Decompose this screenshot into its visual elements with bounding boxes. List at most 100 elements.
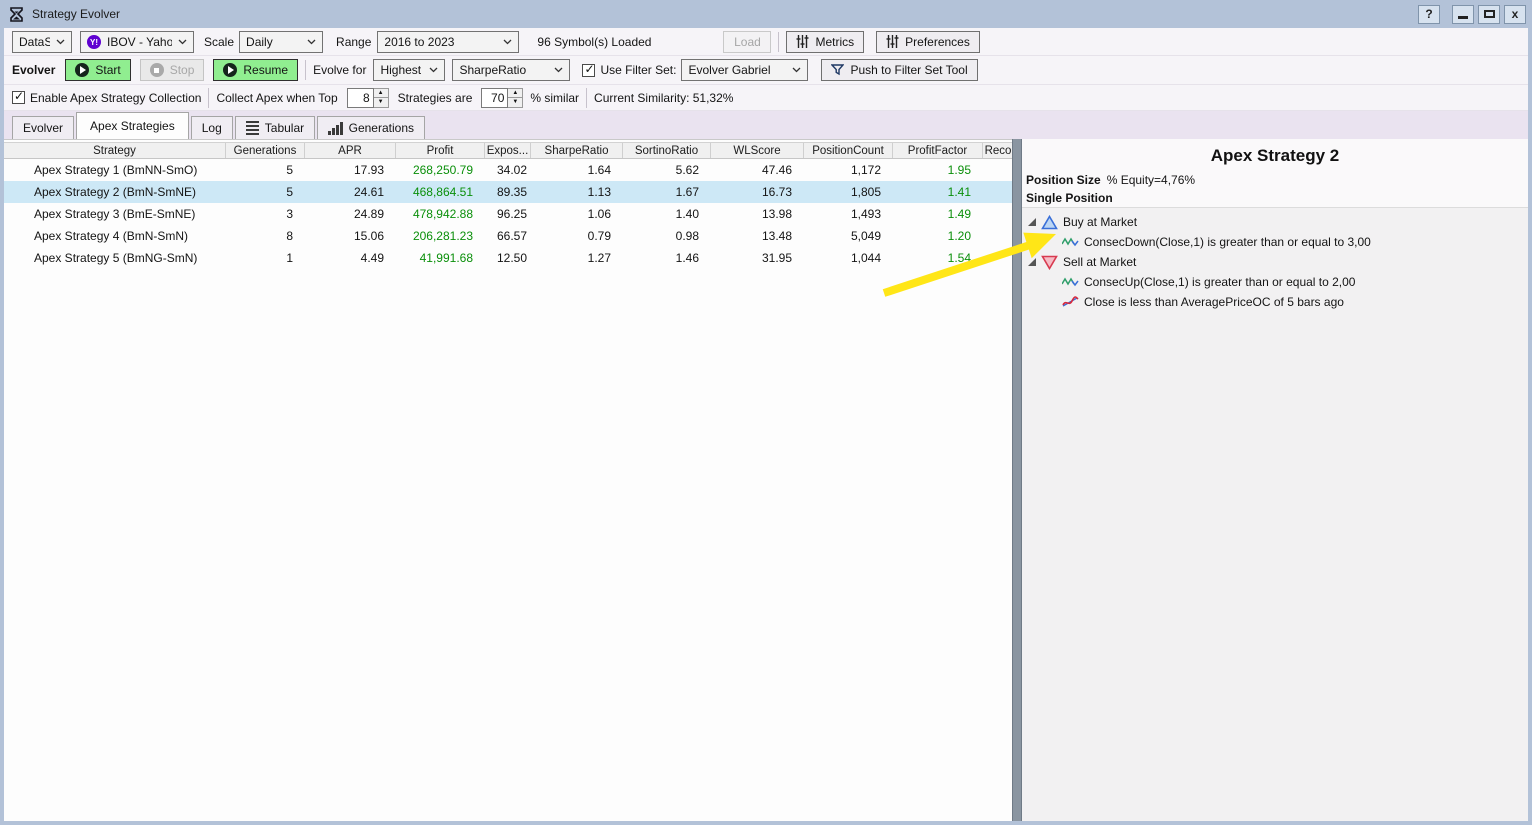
enable-apex-checkbox[interactable]: ✓: [12, 91, 25, 104]
funnel-icon: [831, 64, 844, 76]
col-strategy[interactable]: Strategy: [4, 143, 226, 158]
scale-dropdown[interactable]: Daily: [239, 31, 323, 53]
col-sharperatio[interactable]: SharpeRatio: [531, 143, 623, 158]
titlebar: Strategy Evolver ? x: [0, 0, 1532, 28]
rule-condition[interactable]: ConsecDown(Close,1) is greater than or e…: [1022, 232, 1528, 252]
price-compare-icon: [1062, 296, 1079, 308]
top-count-spinner[interactable]: 8 ▲ ▼: [347, 88, 389, 108]
current-similarity-status: Current Similarity: 51,32%: [594, 91, 733, 105]
symbols-loaded-status: 96 Symbol(s) Loaded: [537, 35, 651, 49]
toolbar-separator: [305, 60, 306, 80]
col-positioncount[interactable]: PositionCount: [804, 143, 893, 158]
spinner-down-icon[interactable]: ▼: [374, 98, 389, 108]
bar-chart-icon: [328, 122, 343, 135]
rule-condition[interactable]: Close is less than AveragePriceOC of 5 b…: [1022, 292, 1528, 312]
sliders-icon: [796, 35, 809, 48]
table-row[interactable]: Apex Strategy 4 (BmN-SmN) 8 15.06 206,28…: [4, 225, 1012, 247]
col-recovery[interactable]: Reco: [983, 143, 1012, 158]
table-row[interactable]: Apex Strategy 1 (BmNN-SmO) 5 17.93 268,2…: [4, 159, 1012, 181]
table-header-row: Strategy Generations APR Profit Expos...…: [4, 142, 1012, 159]
single-position-label: Single Position: [1022, 191, 1528, 205]
rule-sell-at-market[interactable]: Sell at Market: [1022, 252, 1528, 272]
start-button[interactable]: Start: [65, 59, 130, 81]
tab-apex-strategies[interactable]: Apex Strategies: [76, 112, 189, 139]
play-circle-icon: [223, 63, 237, 77]
toolbar-separator: [586, 88, 587, 108]
table-row[interactable]: Apex Strategy 3 (BmE-SmNE) 3 24.89 478,9…: [4, 203, 1012, 225]
chevron-down-icon: [503, 39, 512, 45]
indicator-wave-icon: [1062, 236, 1079, 248]
tab-log[interactable]: Log: [191, 116, 233, 139]
spinner-down-icon[interactable]: ▼: [508, 98, 523, 108]
panel-splitter[interactable]: [1012, 139, 1022, 821]
col-profitfactor[interactable]: ProfitFactor: [893, 143, 983, 158]
filter-set-dropdown[interactable]: Evolver Gabriel: [681, 59, 808, 81]
enable-apex-label: Enable Apex Strategy Collection: [30, 91, 201, 105]
tab-evolver[interactable]: Evolver: [12, 116, 74, 139]
position-size-label: Position Size: [1026, 173, 1101, 187]
sell-triangle-icon: [1041, 255, 1058, 270]
symbol-dropdown[interactable]: Y! IBOV - Yahoo: [80, 31, 194, 53]
col-apr[interactable]: APR: [305, 143, 396, 158]
metric-dropdown[interactable]: SharpeRatio: [452, 59, 570, 81]
col-profit[interactable]: Profit: [396, 143, 485, 158]
objective-dropdown[interactable]: Highest: [373, 59, 445, 81]
position-size-value: % Equity=4,76%: [1107, 173, 1195, 187]
toolbar-separator: [778, 32, 779, 52]
minimize-button[interactable]: [1452, 5, 1474, 24]
col-sortinoratio[interactable]: SortinoRatio: [623, 143, 711, 158]
maximize-button[interactable]: [1478, 5, 1500, 24]
tab-generations[interactable]: Generations: [317, 116, 425, 139]
strategy-evolver-window: Strategy Evolver ? x DataSet Y! IBOV - Y…: [0, 0, 1532, 825]
chevron-down-icon: [429, 67, 438, 73]
expander-triangle-icon[interactable]: [1028, 258, 1036, 266]
table-row-selected[interactable]: Apex Strategy 2 (BmN-SmNE) 5 24.61 468,8…: [4, 181, 1012, 203]
toolbar-separator: [208, 88, 209, 108]
spinner-up-icon[interactable]: ▲: [508, 88, 523, 99]
data-toolbar: DataSet Y! IBOV - Yahoo Scale Daily Rang…: [4, 28, 1528, 56]
load-button[interactable]: Load: [723, 31, 771, 53]
similar-pct-value[interactable]: 70: [481, 88, 508, 108]
rule-buy-at-market[interactable]: Buy at Market: [1022, 212, 1528, 232]
detail-title: Apex Strategy 2: [1022, 146, 1528, 166]
apex-strategies-table: Strategy Generations APR Profit Expos...…: [4, 139, 1012, 821]
push-to-filter-set-button[interactable]: Push to Filter Set Tool: [821, 59, 977, 81]
scale-label: Scale: [204, 35, 234, 49]
resume-button[interactable]: Resume: [213, 59, 298, 81]
chevron-down-icon: [792, 67, 801, 73]
col-wlscore[interactable]: WLScore: [711, 143, 804, 158]
col-exposure[interactable]: Expos...: [485, 143, 531, 158]
apex-collection-toolbar: ✓ Enable Apex Strategy Collection Collec…: [4, 85, 1528, 111]
expander-triangle-icon[interactable]: [1028, 218, 1036, 226]
similar-pct-spinner[interactable]: 70 ▲ ▼: [481, 88, 523, 108]
chevron-down-icon: [307, 39, 316, 45]
range-dropdown[interactable]: 2016 to 2023: [377, 31, 519, 53]
stop-circle-icon: [150, 63, 164, 77]
maximize-icon: [1484, 10, 1495, 18]
preferences-button[interactable]: Preferences: [876, 31, 980, 53]
content-area: Strategy Generations APR Profit Expos...…: [4, 139, 1528, 821]
close-button[interactable]: x: [1504, 5, 1526, 24]
rule-tree: Buy at Market ConsecDown(Close,1) is gre…: [1022, 207, 1528, 821]
buy-triangle-icon: [1041, 215, 1058, 230]
col-generations[interactable]: Generations: [226, 143, 305, 158]
evolve-for-label: Evolve for: [313, 63, 366, 77]
collect-apex-label: Collect Apex when Top: [216, 91, 337, 105]
range-label: Range: [336, 35, 371, 49]
chevron-down-icon: [178, 39, 187, 45]
dataset-dropdown[interactable]: DataSet: [12, 31, 72, 53]
svg-text:Y!: Y!: [90, 38, 98, 47]
table-row[interactable]: Apex Strategy 5 (BmNG-SmN) 1 4.49 41,991…: [4, 247, 1012, 269]
metrics-button[interactable]: Metrics: [786, 31, 864, 53]
tab-tabular[interactable]: Tabular: [235, 116, 315, 139]
sliders-icon: [886, 35, 899, 48]
stop-button[interactable]: Stop: [140, 59, 205, 81]
percent-similar-label: % similar: [530, 91, 579, 105]
help-button[interactable]: ?: [1418, 5, 1440, 24]
top-count-value[interactable]: 8: [347, 88, 374, 108]
use-filter-set-label: Use Filter Set:: [600, 63, 676, 77]
spinner-up-icon[interactable]: ▲: [374, 88, 389, 99]
use-filter-set-checkbox[interactable]: ✓: [582, 64, 595, 77]
client-area: DataSet Y! IBOV - Yahoo Scale Daily Rang…: [4, 28, 1528, 821]
rule-condition[interactable]: ConsecUp(Close,1) is greater than or equ…: [1022, 272, 1528, 292]
